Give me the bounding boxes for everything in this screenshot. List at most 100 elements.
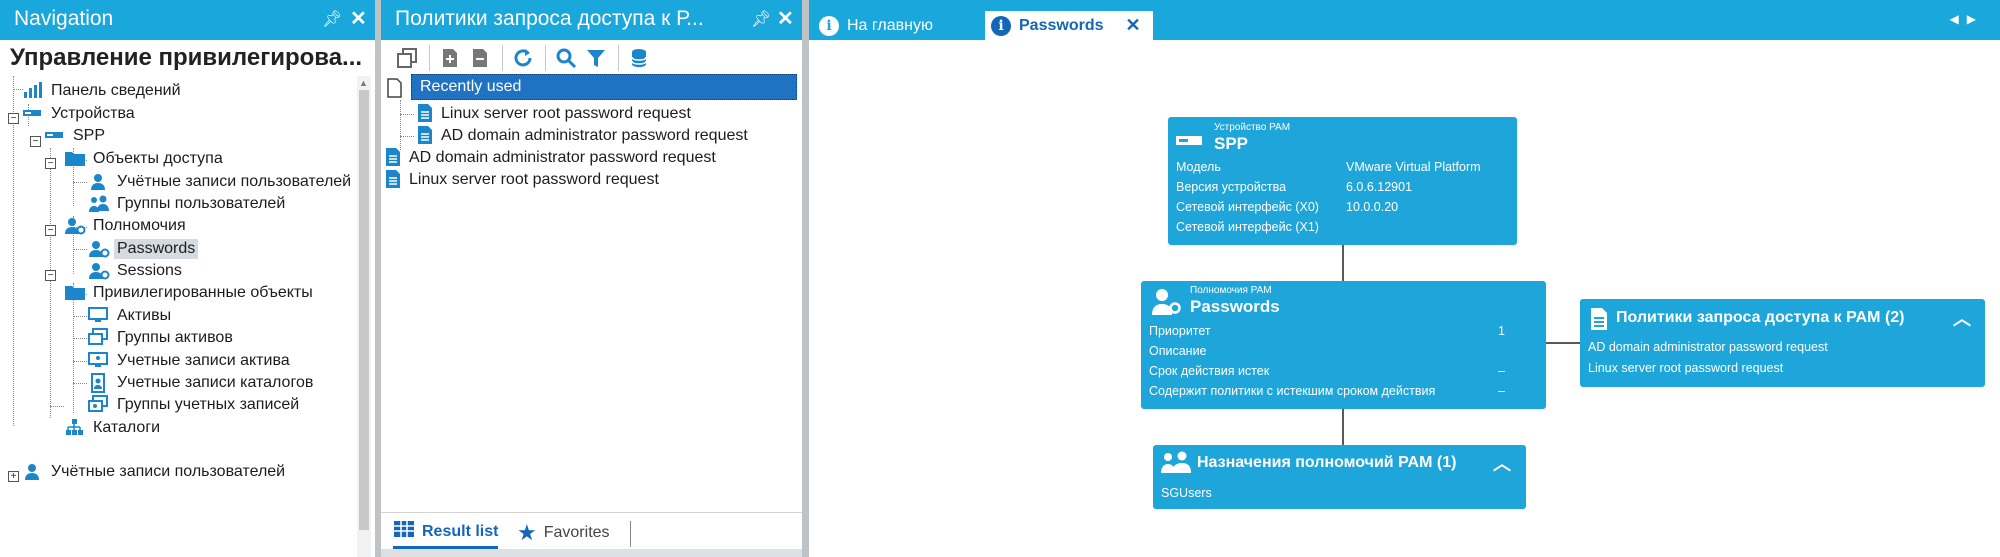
hierarchy-icon xyxy=(64,418,86,438)
card-title: Назначения полномочий PAM (1) xyxy=(1197,454,1457,471)
policy-icon xyxy=(385,169,403,191)
field-label: Модель xyxy=(1176,160,1221,174)
copy-button[interactable] xyxy=(393,44,421,72)
info-icon: i xyxy=(819,15,839,36)
add-button[interactable] xyxy=(436,44,464,72)
close-tab-icon[interactable]: ✕ xyxy=(1125,15,1140,36)
search-icon xyxy=(556,48,577,69)
tab-scroll-icon[interactable]: ◀▶ xyxy=(1950,12,1984,26)
user-gear-icon xyxy=(88,261,110,281)
user-gear-icon xyxy=(1151,287,1181,322)
navigation-panel: Navigation 📌︎ ✕ Управление привилегирова… xyxy=(0,0,375,557)
user-group-icon xyxy=(1161,451,1191,480)
field-value: VMware Virtual Platform xyxy=(1346,160,1481,174)
entitlement-card[interactable]: Полномочия PAM Passwords Приоритет 1 Опи… xyxy=(1141,281,1546,409)
field-label: Приоритет xyxy=(1149,324,1211,338)
refresh-icon xyxy=(514,49,532,67)
device-icon xyxy=(1176,133,1202,151)
device-card[interactable]: Устройство PAM SPP Модель VMware Virtual… xyxy=(1168,117,1517,245)
collapse-toggle[interactable]: − xyxy=(8,113,19,124)
policy-icon xyxy=(417,103,435,125)
user-gear-icon xyxy=(88,239,110,259)
asset-group-icon xyxy=(88,328,110,348)
info-icon: i xyxy=(991,15,1011,36)
collapse-icon[interactable]: ︿ xyxy=(1493,450,1511,476)
search-button[interactable] xyxy=(552,44,580,72)
list-item[interactable]: SGUsers xyxy=(1161,486,1212,500)
collapse-toggle[interactable]: − xyxy=(30,136,41,147)
tree-item-user-accounts-root[interactable]: Учётные записи пользователей xyxy=(22,459,288,485)
scroll-up-icon[interactable]: ▲ xyxy=(359,78,368,88)
device-icon xyxy=(22,104,44,124)
pin-icon[interactable]: 📌︎ xyxy=(751,9,771,29)
card-name: SPP xyxy=(1214,134,1249,153)
close-icon[interactable]: ✕ xyxy=(777,6,794,31)
folder-icon xyxy=(64,149,86,169)
pin-icon[interactable]: 📌︎ xyxy=(322,9,342,29)
database-button[interactable] xyxy=(625,44,653,72)
expand-toggle[interactable]: + xyxy=(8,471,19,482)
collapse-icon[interactable]: ︿ xyxy=(1953,305,1971,331)
tab-passwords[interactable]: i Passwords ✕ xyxy=(985,11,1153,40)
monitor-user-icon xyxy=(88,351,110,371)
tab-home[interactable]: i На главную xyxy=(813,11,973,40)
policies-panel: Политики запроса доступа к Р... 📌︎ ✕ Rec… xyxy=(381,0,802,557)
close-icon[interactable]: ✕ xyxy=(350,6,367,31)
collapse-toggle[interactable]: − xyxy=(45,158,56,169)
tree-item-label: Каталоги xyxy=(93,419,161,436)
delete-button[interactable] xyxy=(466,44,494,72)
tab-result-list[interactable]: Result list xyxy=(393,517,499,549)
user-group-icon xyxy=(88,194,110,214)
tab-label: Result list xyxy=(422,522,499,540)
policies-panel-title: Политики запроса доступа к Р... xyxy=(395,7,704,30)
connector-line xyxy=(1342,409,1344,445)
directory-account-icon xyxy=(88,373,110,393)
tree-item-label: Группы активов xyxy=(117,329,233,346)
tree-item-label: Группы пользователей xyxy=(117,195,286,212)
navigation-header: Navigation 📌︎ ✕ xyxy=(0,0,375,40)
refresh-button[interactable] xyxy=(509,44,537,72)
assignments-card[interactable]: Назначения полномочий PAM (1) ︿ SGUsers xyxy=(1153,445,1526,509)
panel-splitter[interactable] xyxy=(802,0,809,557)
policy-icon xyxy=(385,147,403,169)
monitor-icon xyxy=(88,306,110,326)
tree-item-label: SPP xyxy=(73,127,106,144)
card-caption: Устройство PAM xyxy=(1214,122,1291,133)
policies-card[interactable]: Политики запроса доступа к PAM (2) ︿ AD … xyxy=(1580,299,1985,387)
user-icon xyxy=(22,462,44,482)
workspace: i На главную i Passwords ✕ ◀▶ Устройство… xyxy=(809,0,2000,557)
field-value: – xyxy=(1498,364,1505,378)
filter-button[interactable] xyxy=(582,44,610,72)
list-item-label: Linux server root password request xyxy=(441,105,691,122)
policy-list: Recently used Linux server root password… xyxy=(381,74,802,514)
field-label: Срок действия истек xyxy=(1149,364,1270,378)
collapse-toggle[interactable]: − xyxy=(45,225,56,236)
list-item[interactable]: AD domain administrator password request xyxy=(1588,340,1828,354)
collapse-toggle[interactable]: − xyxy=(45,270,56,281)
field-label: Описание xyxy=(1149,344,1207,358)
navigation-scrollbar[interactable]: ▲ xyxy=(357,76,371,557)
workspace-tabstrip: i На главную i Passwords ✕ ◀▶ xyxy=(809,0,2000,40)
field-value: – xyxy=(1498,384,1505,398)
scrollbar-thumb[interactable] xyxy=(359,90,369,530)
list-item[interactable]: Linux server root password request xyxy=(1588,361,1783,375)
tree-item-directories[interactable]: Каталоги xyxy=(64,415,163,441)
recently-used-group[interactable]: Recently used xyxy=(411,74,797,100)
delete-document-icon xyxy=(473,49,487,67)
tree-item-label: Учетные записи каталогов xyxy=(117,374,314,391)
field-value: 6.0.6.12901 xyxy=(1346,180,1413,194)
tree-item-label: Панель сведений xyxy=(51,82,181,99)
bar-chart-icon xyxy=(22,81,44,101)
policies-panel-header: Политики запроса доступа к Р... 📌︎ ✕ xyxy=(381,0,802,40)
tab-label: Passwords xyxy=(1019,16,1104,34)
policy-icon xyxy=(417,125,435,147)
add-document-icon xyxy=(443,49,457,67)
list-item[interactable]: Linux server root password request xyxy=(385,167,659,193)
card-name: Passwords xyxy=(1190,297,1280,316)
list-item-label: Linux server root password request xyxy=(409,171,659,188)
tab-favorites[interactable]: ★ Favorites xyxy=(517,517,610,549)
navigation-tree: − − − − − + Панель сведений Устройства S… xyxy=(0,76,355,557)
field-label: Версия устройства xyxy=(1176,180,1287,194)
filter-icon xyxy=(587,50,605,67)
star-icon: ★ xyxy=(517,520,537,545)
